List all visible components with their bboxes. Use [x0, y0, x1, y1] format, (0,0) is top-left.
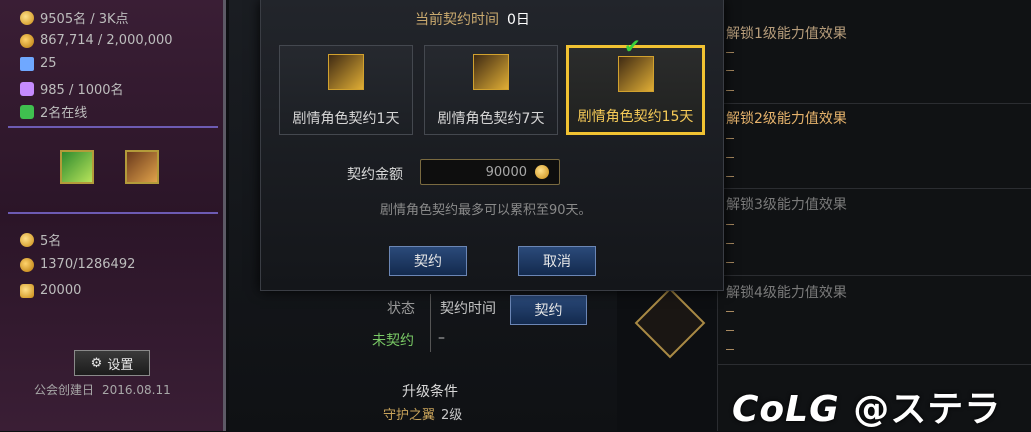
gold-bar-row: 20000: [20, 283, 81, 298]
effect-placeholder: [726, 330, 734, 331]
guild-online-row: 2名在线: [20, 102, 87, 121]
effect-placeholder: [726, 243, 734, 244]
contract-ticket-icon: [617, 56, 654, 92]
divider: [718, 275, 1031, 276]
settings-label: 设置: [107, 357, 134, 373]
watermark: CoLG @ステラ: [732, 380, 1001, 432]
contract-amount-value: 90000: [485, 164, 527, 180]
effect-placeholder: [726, 138, 734, 139]
current-contract-time-value: 0日: [507, 12, 530, 28]
effect-placeholder: [726, 262, 734, 263]
contract-time-label: 契约时间: [440, 301, 496, 317]
contract-ticket-icon: [473, 54, 509, 90]
unlock-level-2: 解锁2级能力值效果: [726, 111, 847, 127]
contract-option-15-day[interactable]: 剧情角色契约15天: [566, 45, 705, 135]
contract-amount-field: 90000: [420, 159, 560, 185]
contract-amount-label: 契约金额: [347, 167, 403, 183]
founded-label: 公会创建日: [34, 383, 95, 397]
ability-effects-panel: [717, 0, 1031, 431]
level-diamond-frame: [634, 287, 706, 359]
status-label: 状态: [387, 301, 415, 317]
option-label: 剧情角色契约15天: [577, 109, 694, 125]
medal-icon: [20, 232, 34, 247]
gold-coin-icon: [20, 33, 34, 48]
gold-bar-text: 20000: [40, 283, 82, 298]
contract-note: 剧情角色契约最多可以累积至90天。: [380, 203, 592, 218]
effect-placeholder: [726, 176, 734, 177]
current-contract-time-label: 当前契约时间: [415, 12, 499, 28]
checkmark-icon: ✔: [624, 34, 641, 58]
guild-members-row: 985 / 1000名: [20, 79, 124, 98]
guild-skill-upgrade-icon[interactable]: [125, 150, 159, 184]
uncontracted-status: 未契约: [372, 333, 414, 349]
requirement-name: 守护之翼: [383, 408, 436, 423]
option-label: 剧情角色契约1天: [292, 111, 400, 127]
effect-placeholder: [726, 311, 734, 312]
guild-info-panel: 9505名 / 3K点 867,714 / 2,000,000 25 985 /…: [0, 0, 226, 431]
guild-points-row: 1370/1286492: [20, 257, 135, 272]
guild-skill-wing-icon[interactable]: [60, 150, 94, 184]
guild-coin-icon: [20, 257, 34, 272]
effect-placeholder: [726, 349, 734, 350]
cancel-button[interactable]: 取消: [518, 246, 596, 276]
guild-members-text: 985 / 1000名: [40, 83, 124, 98]
effect-placeholder: [726, 90, 734, 91]
watermark-brand: CoLG: [732, 389, 840, 430]
divider: [718, 103, 1031, 104]
confirm-contract-button[interactable]: 契约: [389, 246, 467, 276]
guild-funds-text: 867,714 / 2,000,000: [40, 33, 173, 48]
crystal-icon: [20, 56, 34, 71]
guild-rank-text: 9505名 / 3K点: [40, 12, 129, 27]
medal-icon: [20, 10, 34, 25]
guild-crystal-text: 25: [40, 56, 57, 71]
gear-icon: ⚙: [90, 355, 103, 371]
guild-online-text: 2名在线: [40, 106, 88, 121]
contract-button[interactable]: 契约: [510, 295, 587, 325]
contract-ticket-icon: [328, 54, 364, 90]
contract-time-value: –: [438, 330, 445, 346]
member-rank-row: 5名: [20, 230, 61, 249]
contract-option-7-day[interactable]: 剧情角色契约7天: [424, 45, 558, 135]
divider: [718, 188, 1031, 189]
unlock-level-4: 解锁4级能力值效果: [726, 285, 847, 301]
member-rank-text: 5名: [40, 234, 62, 249]
guild-rank-row: 9505名 / 3K点: [20, 8, 129, 27]
guild-funds-row: 867,714 / 2,000,000: [20, 33, 173, 48]
founded-date: 2016.08.11: [102, 383, 171, 397]
modal-title: 当前契约时间 0日: [415, 9, 530, 29]
guild-points-text: 1370/1286492: [40, 257, 136, 272]
divider: [718, 364, 1031, 365]
requirement-level: 2级: [441, 408, 463, 423]
settings-button[interactable]: ⚙ 设置: [74, 350, 150, 376]
upgrade-condition-title: 升级条件: [402, 384, 458, 400]
effect-placeholder: [726, 52, 734, 53]
option-label: 剧情角色契约7天: [437, 111, 545, 127]
divider: [430, 294, 431, 352]
contract-modal: [260, 0, 724, 291]
online-user-icon: [20, 104, 34, 119]
guild-founded: 公会创建日 2016.08.11: [34, 381, 171, 398]
effect-placeholder: [726, 224, 734, 225]
members-icon: [20, 81, 34, 96]
effect-placeholder: [726, 70, 734, 71]
contract-option-1-day[interactable]: 剧情角色契约1天: [279, 45, 413, 135]
guild-crystal-row: 25: [20, 56, 57, 71]
upgrade-requirement: 守护之翼 2级: [383, 404, 462, 423]
unlock-level-1: 解锁1级能力值效果: [726, 26, 847, 42]
watermark-user: @ステラ: [853, 389, 1002, 430]
unlock-level-3: 解锁3级能力值效果: [726, 197, 847, 213]
effect-placeholder: [726, 157, 734, 158]
divider: [8, 212, 218, 214]
gold-coin-icon: [535, 165, 549, 179]
gold-bar-icon: [20, 283, 34, 298]
divider: [8, 126, 218, 128]
